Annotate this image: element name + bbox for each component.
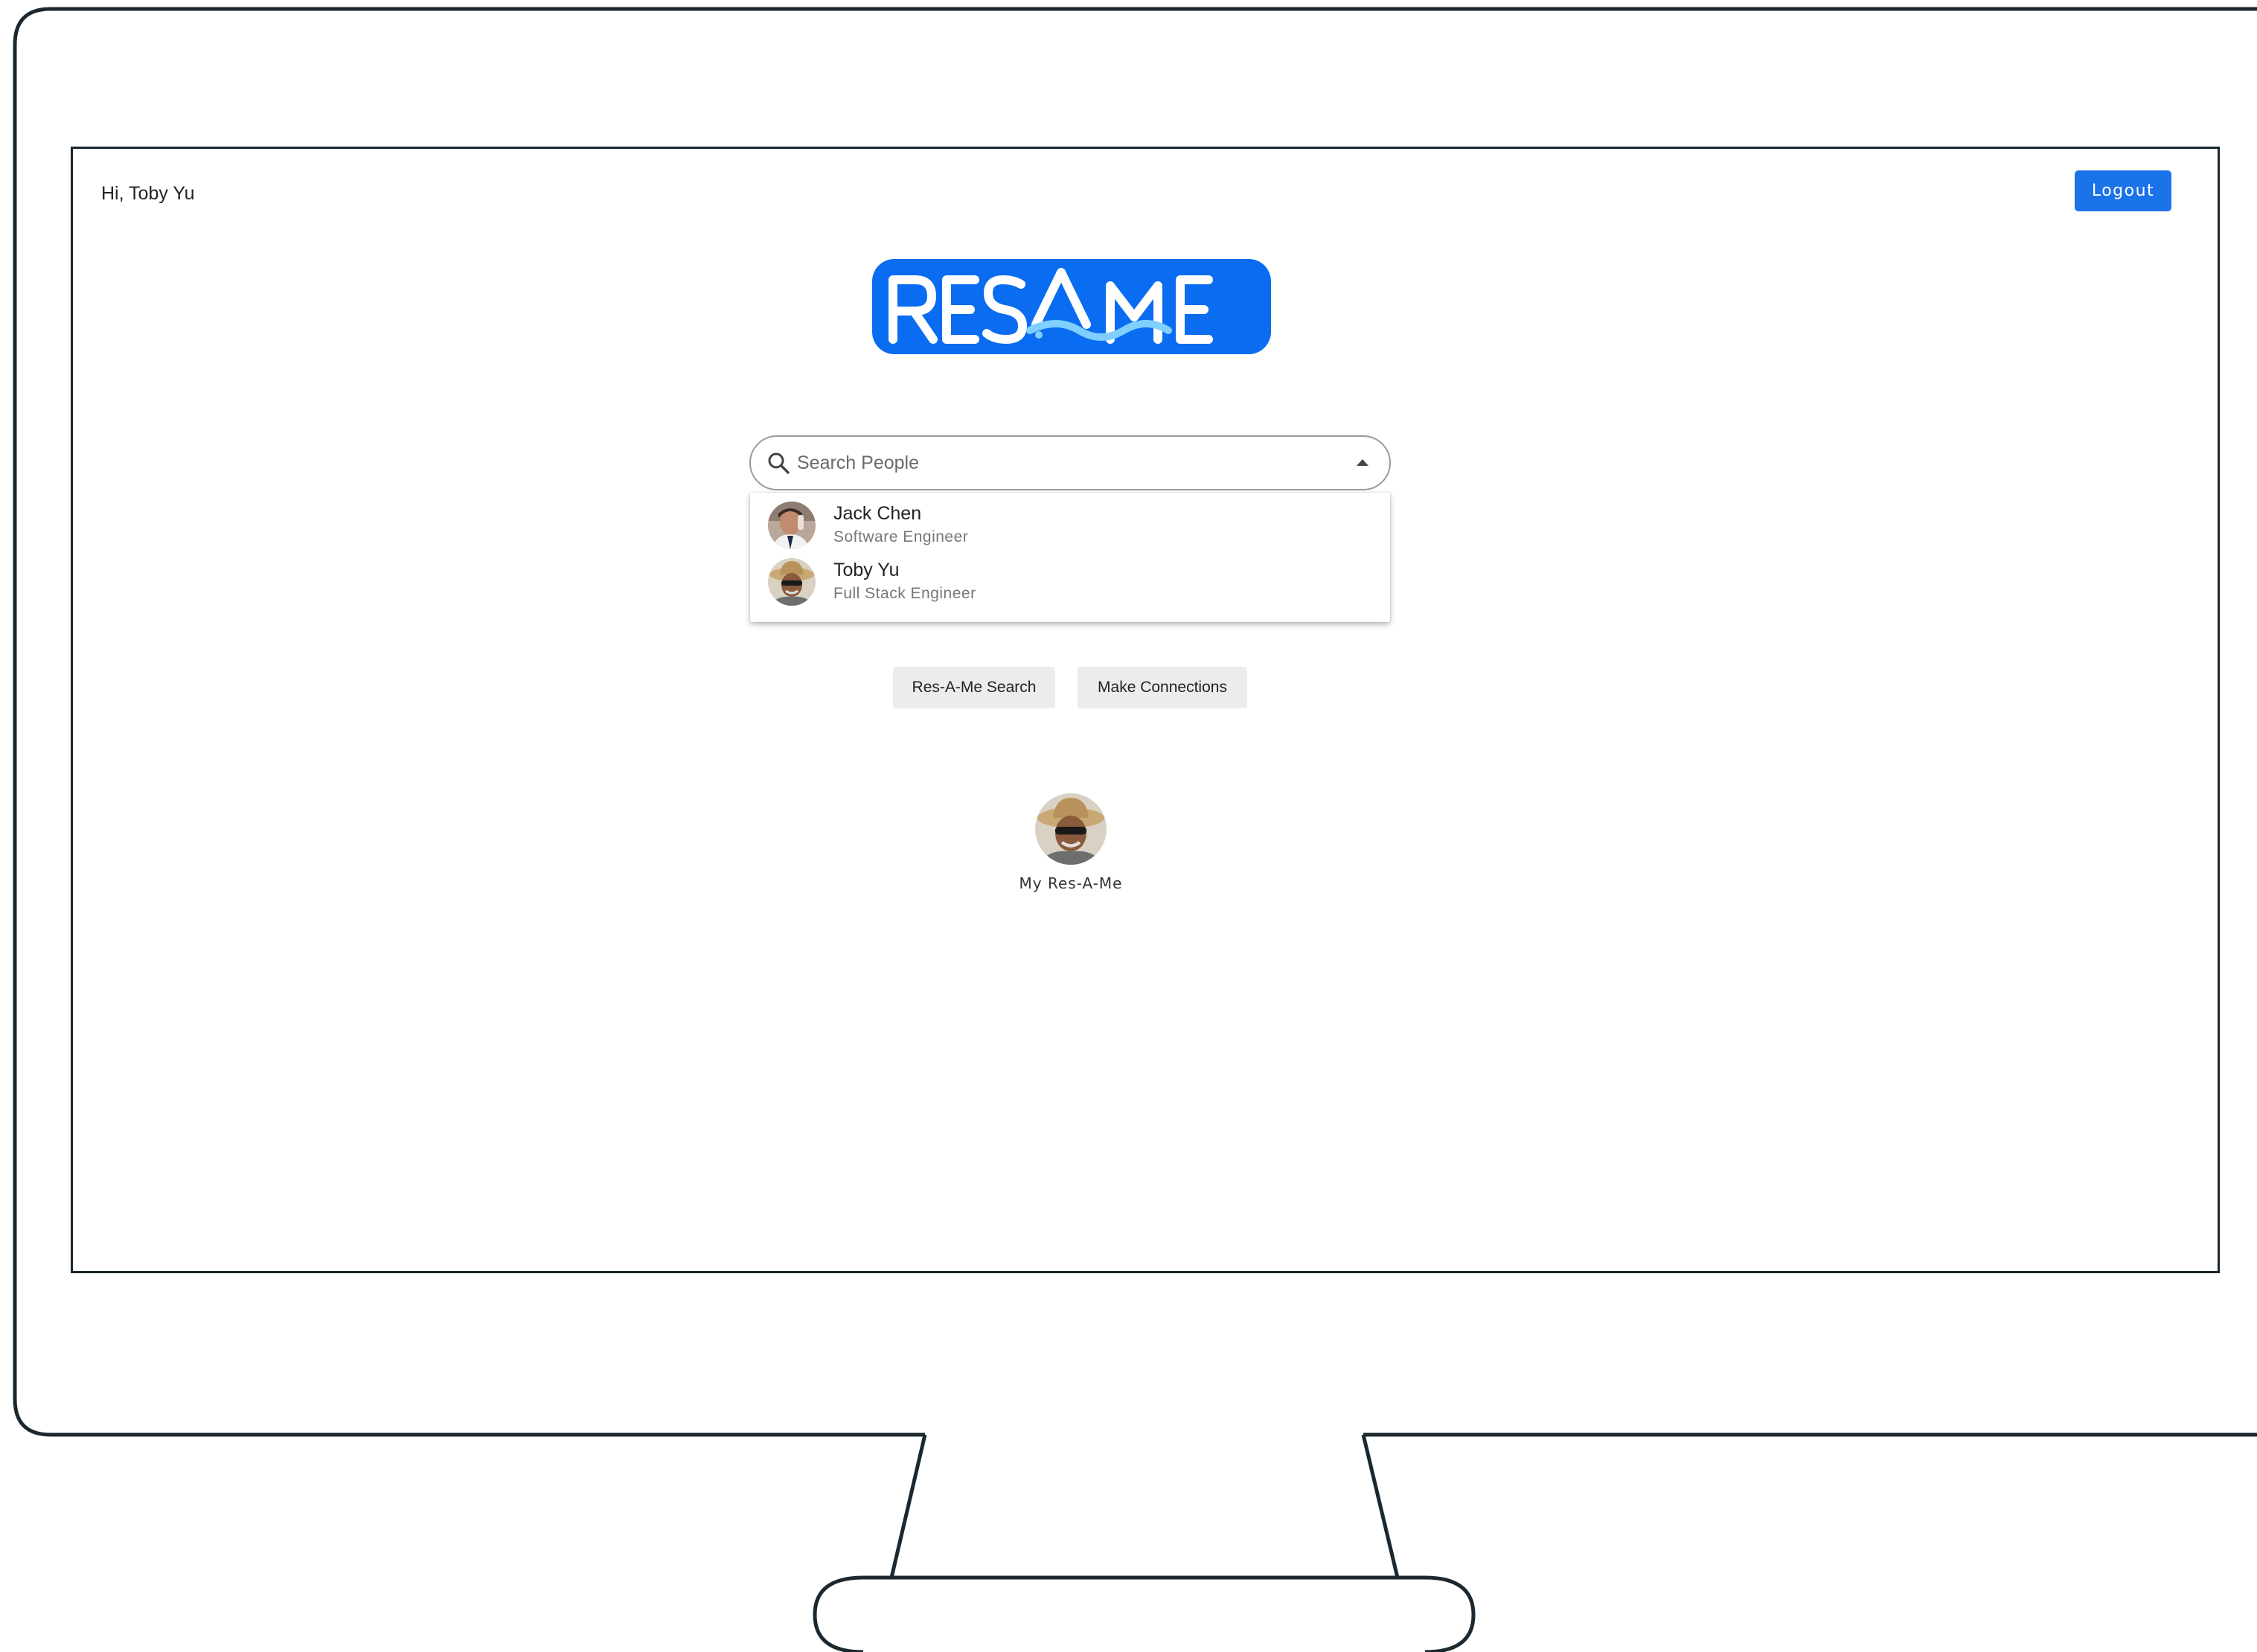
avatar bbox=[768, 558, 816, 606]
result-title: Full Stack Engineer bbox=[833, 585, 976, 602]
result-title: Software Engineer bbox=[833, 528, 969, 545]
app-root: Hi, Toby Yu Logout Search People Jack Ch… bbox=[0, 0, 2257, 1652]
result-option-jack-chen[interactable]: Jack Chen Software Engineer bbox=[750, 494, 1390, 551]
caret-up-icon[interactable] bbox=[1357, 459, 1368, 466]
res-a-me-logo bbox=[872, 259, 1271, 354]
result-option-toby-yu[interactable]: Toby Yu Full Stack Engineer bbox=[750, 551, 1390, 607]
result-name: Jack Chen bbox=[833, 503, 922, 524]
search-results-dropdown: Jack Chen Software Engineer Toby Yu Full… bbox=[750, 493, 1390, 622]
my-avatar[interactable] bbox=[1035, 793, 1107, 865]
search-people-combobox[interactable] bbox=[749, 435, 1391, 490]
search-input[interactable] bbox=[797, 447, 1318, 478]
avatar bbox=[768, 502, 816, 549]
result-name: Toby Yu bbox=[833, 560, 900, 580]
make-connections-button[interactable]: Make Connections bbox=[1078, 667, 1247, 708]
logout-button[interactable]: Logout bbox=[2075, 170, 2171, 211]
greeting-text: Hi, Toby Yu bbox=[101, 183, 195, 204]
search-icon bbox=[768, 452, 790, 474]
my-res-a-me-link[interactable]: My Res-A-Me bbox=[996, 874, 1145, 892]
res-a-me-search-button[interactable]: Res-A-Me Search bbox=[893, 667, 1055, 708]
